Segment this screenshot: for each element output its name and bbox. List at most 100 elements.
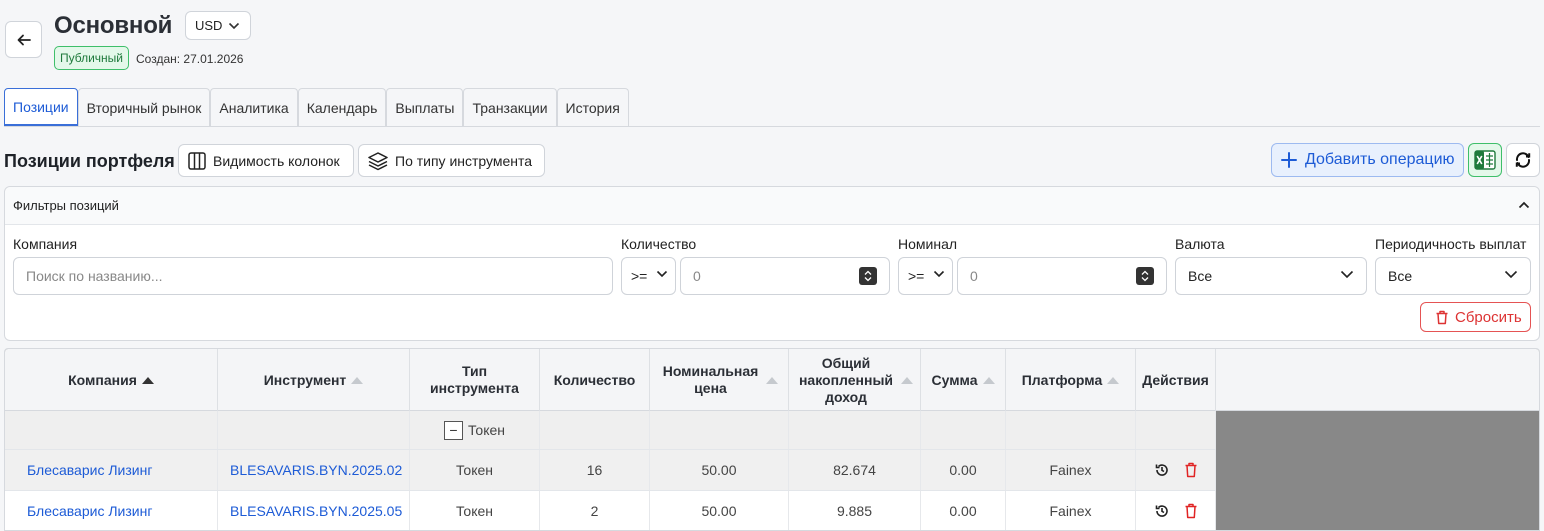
- layers-icon: [368, 151, 388, 170]
- history-icon[interactable]: [1154, 503, 1170, 519]
- column-header-platform[interactable]: Платформа: [1006, 349, 1136, 411]
- company-link[interactable]: Блесаварис Лизинг: [5, 491, 218, 530]
- type-cell: Токен: [410, 450, 540, 490]
- quantity-cell: 2: [540, 491, 650, 530]
- chevron-up-icon[interactable]: [1517, 198, 1531, 212]
- tab-history[interactable]: История: [556, 88, 629, 126]
- page-title: Основной: [54, 12, 173, 39]
- table-cell: [789, 411, 921, 449]
- sort-icon[interactable]: [901, 376, 913, 384]
- sort-icon[interactable]: [765, 376, 778, 384]
- tab-analytics[interactable]: Аналитика: [210, 88, 298, 126]
- sum-cell: 0.00: [921, 450, 1006, 490]
- column-header-income-label: Общий накопленный доход: [798, 354, 894, 405]
- columns-visibility-label: Видимость колонок: [213, 152, 340, 169]
- actions-cell: [1136, 450, 1216, 490]
- tab-secondary-market[interactable]: Вторичный рынок: [77, 88, 211, 126]
- positions-table: Компания Инструмент Тип инструмента Коли…: [4, 348, 1540, 531]
- column-header-quantity-label: Количество: [553, 371, 636, 388]
- currency-select[interactable]: USD: [185, 11, 251, 40]
- tab-payouts[interactable]: Выплаты: [386, 88, 464, 126]
- instrument-link[interactable]: BLESAVARIS.BYN.2025.02: [218, 450, 410, 490]
- chevron-down-icon: [1504, 270, 1518, 279]
- column-header-type-label: Тип инструмента: [430, 363, 519, 396]
- platform-cell: Fainex: [1006, 491, 1136, 530]
- tab-positions[interactable]: Позиции: [4, 88, 78, 126]
- column-header-nominal-label: Номинальная цена: [662, 363, 759, 396]
- sync-icon: [1515, 152, 1531, 168]
- add-operation-label: Добавить операцию: [1305, 151, 1455, 168]
- currency-filter-value: Все: [1188, 268, 1213, 284]
- group-by-type-button[interactable]: По типу инструмента: [358, 144, 545, 177]
- table-cell: [218, 411, 410, 449]
- chevron-down-icon: [1340, 270, 1354, 279]
- column-header-instrument[interactable]: Инструмент: [218, 349, 410, 411]
- type-cell: Токен: [410, 491, 540, 530]
- column-header-actions: Действия: [1136, 349, 1216, 411]
- company-link[interactable]: Блесаварис Лизинг: [5, 450, 218, 490]
- table-cell: [540, 411, 650, 449]
- quantity-value-input[interactable]: 0: [680, 257, 890, 295]
- group-label: Токен: [467, 422, 506, 438]
- stepper-icon[interactable]: [1136, 267, 1154, 285]
- company-search-input[interactable]: Поиск по названию...: [13, 257, 613, 295]
- currency-value: USD: [195, 18, 223, 33]
- filters-title: Фильтры позиций: [13, 198, 119, 213]
- table-row: Блесаварис Лизинг BLESAVARIS.BYN.2025.02…: [5, 450, 1216, 491]
- plus-icon: [1281, 152, 1297, 168]
- column-header-platform-label: Платформа: [1021, 371, 1103, 388]
- sum-cell: 0.00: [921, 491, 1006, 530]
- nominal-filter-label: Номинал: [898, 236, 958, 252]
- sort-icon[interactable]: [1107, 376, 1120, 384]
- column-header-company[interactable]: Компания: [5, 349, 218, 411]
- tabs-divider: [4, 126, 1540, 127]
- delete-icon[interactable]: [1184, 462, 1198, 478]
- tab-transactions[interactable]: Транзакции: [463, 88, 557, 126]
- stepper-icon[interactable]: [859, 267, 877, 285]
- tab-bar: Позиции Вторичный рынок Аналитика Календ…: [4, 88, 629, 126]
- sort-icon[interactable]: [351, 376, 364, 384]
- column-header-type[interactable]: Тип инструмента: [410, 349, 540, 411]
- sync-button[interactable]: [1506, 143, 1540, 177]
- collapse-group-icon[interactable]: −: [443, 420, 463, 440]
- instrument-link[interactable]: BLESAVARIS.BYN.2025.05: [218, 491, 410, 530]
- nominal-cell: 50.00: [650, 450, 789, 490]
- back-button[interactable]: [5, 21, 42, 58]
- columns-visibility-button[interactable]: Видимость колонок: [178, 144, 354, 177]
- table-header: Компания Инструмент Тип инструмента Коли…: [5, 349, 1539, 411]
- nominal-value-input[interactable]: 0: [957, 257, 1167, 295]
- column-header-actions-label: Действия: [1142, 371, 1209, 388]
- chevron-down-icon: [933, 270, 945, 278]
- currency-filter-select[interactable]: Все: [1175, 257, 1367, 295]
- export-excel-button[interactable]: [1468, 143, 1502, 177]
- delete-icon[interactable]: [1184, 503, 1198, 519]
- quantity-operator-select[interactable]: >=: [621, 257, 676, 295]
- tab-calendar[interactable]: Календарь: [297, 88, 387, 126]
- nominal-cell: 50.00: [650, 491, 789, 530]
- quantity-value: 0: [693, 268, 701, 284]
- column-header-nominal[interactable]: Номинальная цена: [650, 349, 789, 411]
- filters-header[interactable]: Фильтры позиций: [5, 187, 1539, 225]
- sort-icon[interactable]: [982, 376, 995, 384]
- column-header-quantity[interactable]: Количество: [540, 349, 650, 411]
- income-cell: 9.885: [789, 491, 921, 530]
- period-filter-label: Периодичность выплат: [1375, 236, 1527, 252]
- history-icon[interactable]: [1154, 462, 1170, 478]
- add-operation-button[interactable]: Добавить операцию: [1271, 143, 1464, 177]
- nominal-operator-value: >=: [908, 268, 925, 284]
- sort-asc-icon[interactable]: [141, 376, 154, 384]
- columns-icon: [188, 151, 206, 170]
- quantity-filter-label: Количество: [621, 236, 697, 252]
- period-filter-value: Все: [1388, 268, 1413, 284]
- column-header-sum[interactable]: Сумма: [921, 349, 1006, 411]
- reset-filters-button[interactable]: Сбросить: [1420, 302, 1531, 332]
- group-row: − Токен: [5, 411, 1216, 450]
- period-filter-select[interactable]: Все: [1375, 257, 1531, 295]
- table-cell: [650, 411, 789, 449]
- column-header-income[interactable]: Общий накопленный доход: [789, 349, 921, 411]
- nominal-operator-select[interactable]: >=: [898, 257, 953, 295]
- status-badge: Публичный: [54, 46, 130, 70]
- table-cell: [1006, 411, 1136, 449]
- income-cell: 82.674: [789, 450, 921, 490]
- table-cell: [5, 411, 218, 449]
